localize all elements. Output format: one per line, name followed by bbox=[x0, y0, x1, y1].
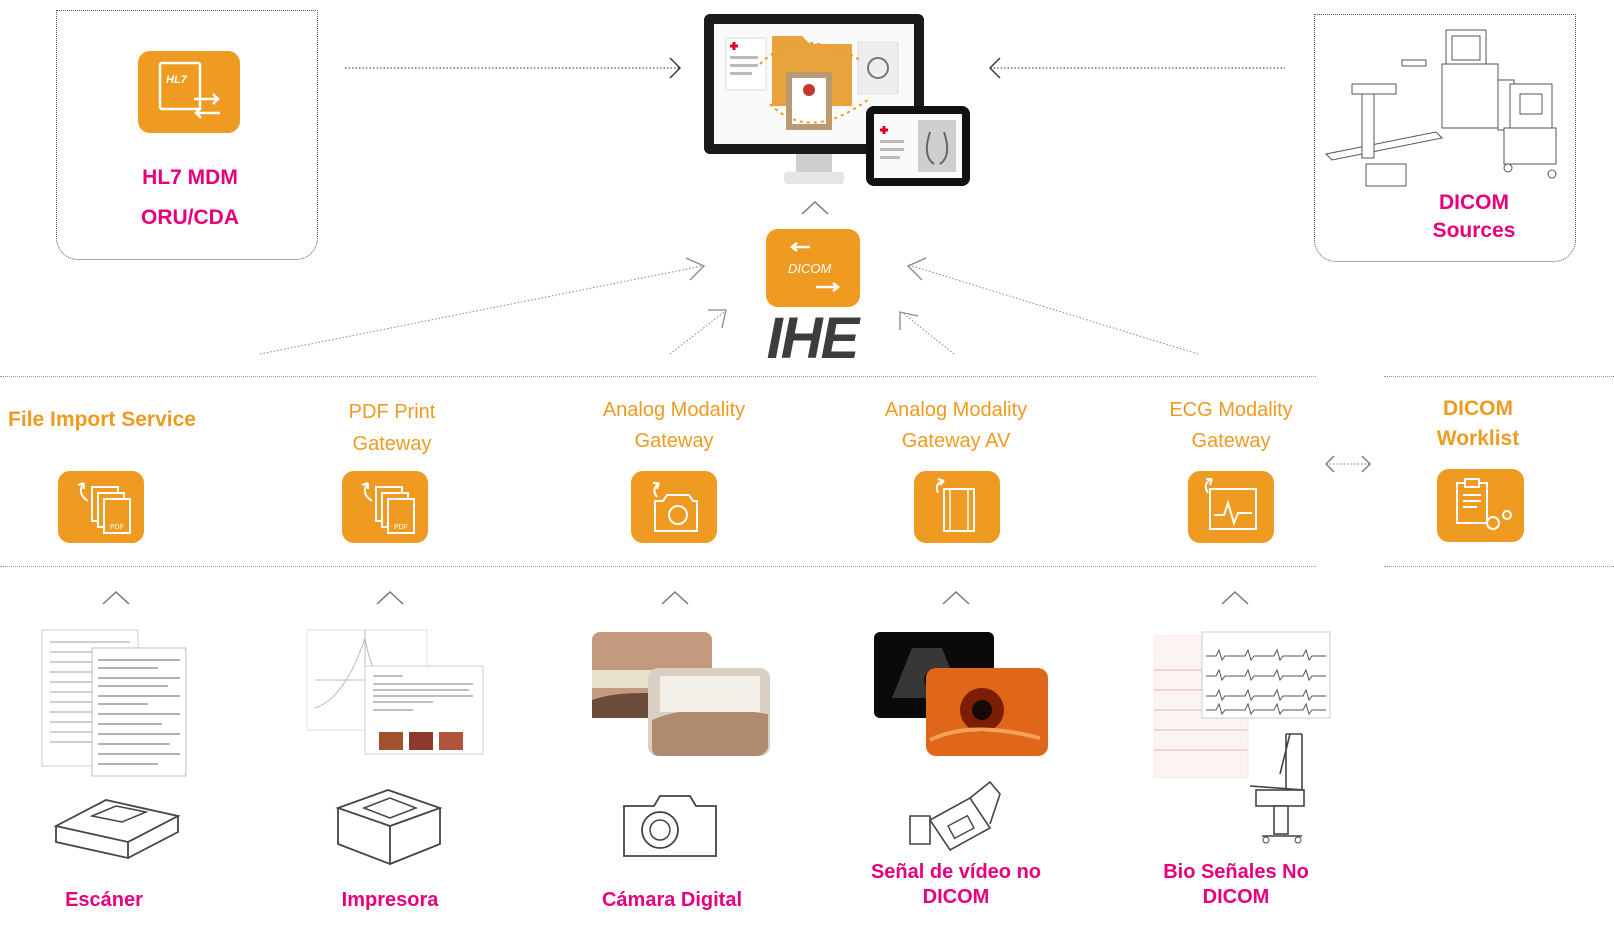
pdf-documents-icon: PDF bbox=[342, 471, 428, 543]
chevron-up-icon bbox=[1221, 590, 1249, 605]
chevron-up-icon bbox=[942, 590, 970, 605]
source-label-camara: Cámara Digital bbox=[601, 889, 743, 911]
camera-capture-icon bbox=[631, 471, 717, 543]
gateway-label-file-import: File Import Service bbox=[8, 408, 196, 431]
source-label-bio-2: DICOM bbox=[1202, 886, 1270, 908]
ecg-capture-icon bbox=[1188, 471, 1274, 543]
gateway-label-pdf-print-1: PDF Print bbox=[348, 401, 436, 423]
chevron-up-icon bbox=[102, 590, 130, 605]
xray-equipment-illustration bbox=[1324, 29, 1557, 187]
dicom-sources-line2: Sources bbox=[1432, 219, 1516, 242]
worklist-label-2: Worklist bbox=[1436, 427, 1520, 450]
bidirectional-arrow-icon bbox=[1325, 455, 1371, 473]
printed-report-image bbox=[306, 629, 484, 755]
worklist-band-top-line bbox=[1384, 376, 1614, 377]
source-label-video-1: Señal de vídeo no bbox=[870, 861, 1042, 883]
gateway-band-top-line bbox=[0, 376, 1316, 377]
camera-icon bbox=[623, 795, 717, 857]
video-camera-icon bbox=[909, 780, 1001, 852]
gateway-label-ecg-1: ECG Modality bbox=[1169, 399, 1293, 421]
gateway-label-pdf-print-2: Gateway bbox=[352, 433, 432, 455]
gateway-label-analog-1: Analog Modality bbox=[602, 399, 746, 421]
wound-photos-image bbox=[592, 632, 770, 756]
chevron-up-icon bbox=[661, 590, 689, 605]
pdf-icon-text: PDF bbox=[110, 524, 124, 531]
gateway-label-analog-2: Gateway bbox=[634, 430, 714, 452]
printer-icon bbox=[335, 789, 443, 866]
chevron-up-icon bbox=[801, 200, 829, 215]
pdf-icon-text: PDF bbox=[394, 524, 408, 531]
pdf-documents-icon: PDF bbox=[58, 471, 144, 543]
hl7-label-line1: HL7 MDM bbox=[142, 166, 238, 189]
clipboard-gears-icon bbox=[1437, 469, 1524, 542]
gateway-label-ecg-2: Gateway bbox=[1191, 430, 1271, 452]
worklist-label-1: DICOM bbox=[1443, 397, 1513, 420]
dicom-sources-line1: DICOM bbox=[1439, 191, 1509, 214]
gateway-to-dicom-arrows bbox=[259, 257, 1199, 355]
worklist-band-bottom-line bbox=[1384, 566, 1614, 567]
ecg-cart-icon bbox=[1249, 733, 1305, 844]
scanned-documents-image bbox=[41, 629, 187, 777]
film-capture-icon bbox=[914, 471, 1000, 543]
gateway-label-analog-av-2: Gateway AV bbox=[901, 430, 1011, 452]
viewer-monitor-illustration bbox=[704, 14, 970, 186]
source-label-impresora: Impresora bbox=[341, 889, 439, 911]
hl7-icon-text: HL7 bbox=[166, 74, 188, 86]
source-label-escaner: Escáner bbox=[65, 889, 143, 911]
gateway-label-analog-av-1: Analog Modality bbox=[884, 399, 1028, 421]
chevron-up-icon bbox=[376, 590, 404, 605]
ultrasound-endoscopy-image bbox=[874, 632, 1048, 756]
source-label-bio-1: Bio Señales No bbox=[1163, 861, 1309, 883]
hl7-label-line2: ORU/CDA bbox=[141, 206, 239, 229]
sources-to-viewer-arrow bbox=[989, 57, 1285, 79]
hl7-to-viewer-arrow bbox=[345, 57, 681, 79]
source-label-video-2: DICOM bbox=[922, 886, 990, 908]
gateway-band-bottom-line bbox=[0, 566, 1316, 567]
hl7-exchange-icon: HL7 bbox=[138, 51, 240, 133]
scanner-icon bbox=[53, 799, 181, 860]
